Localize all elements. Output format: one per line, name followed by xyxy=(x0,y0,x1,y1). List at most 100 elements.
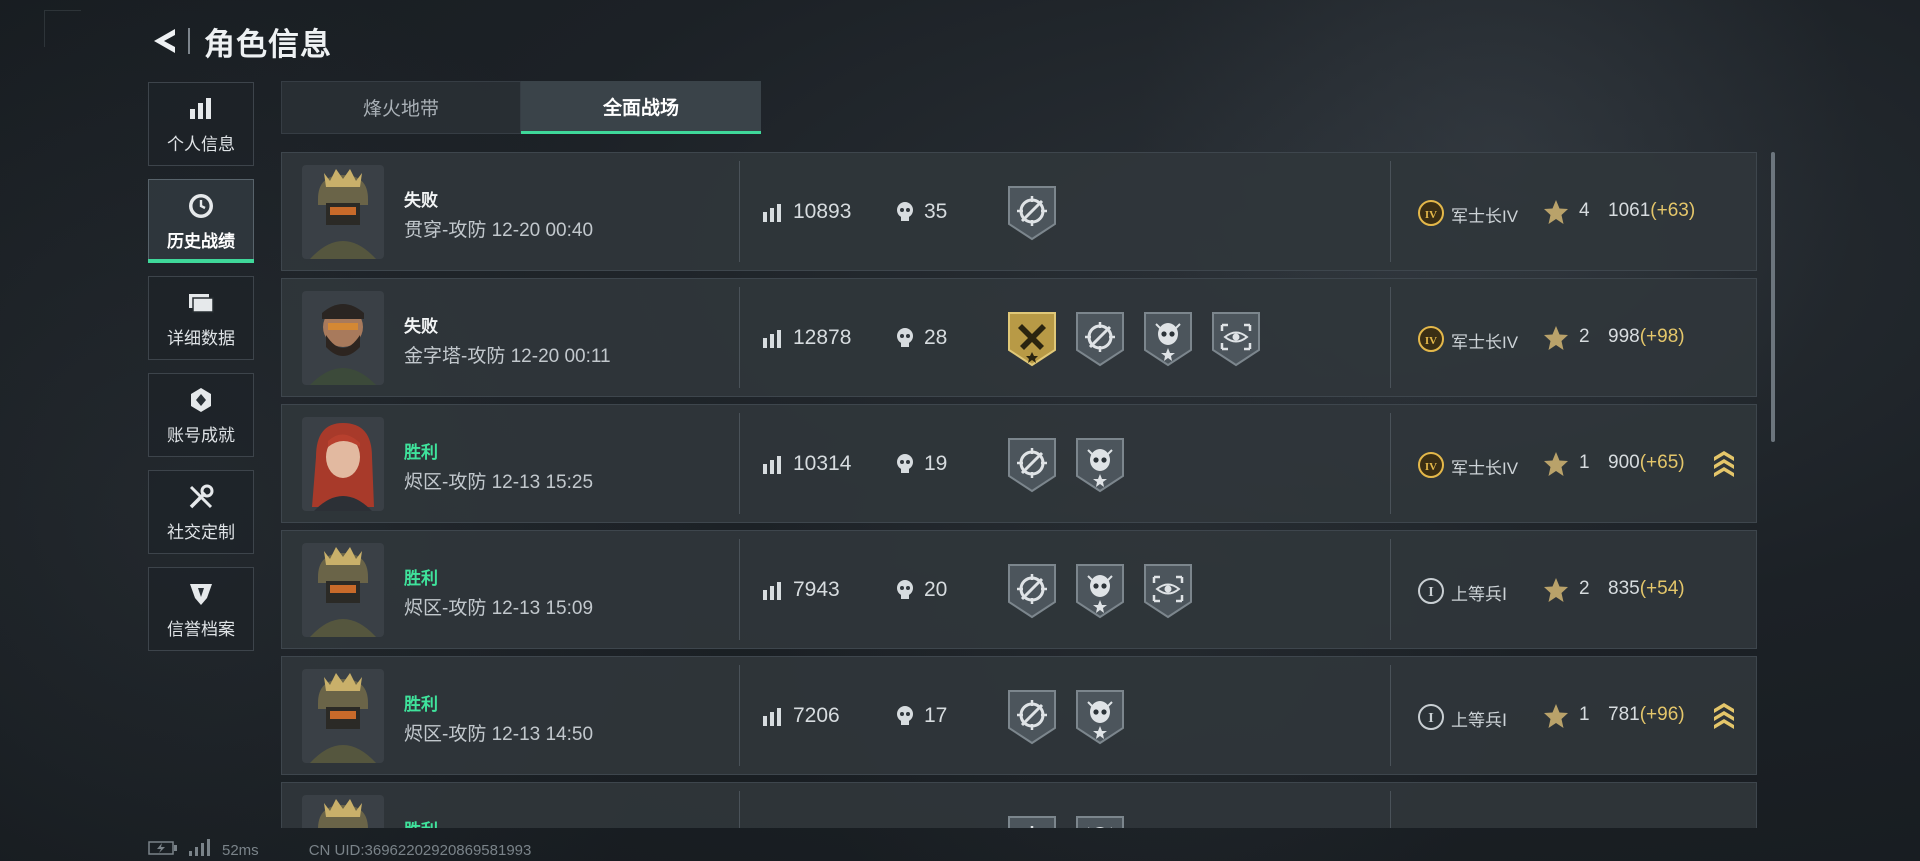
match-result: 失败 xyxy=(404,317,438,336)
match-score: 10893 xyxy=(793,200,852,223)
match-result: 失败 xyxy=(404,191,438,210)
eye-scope-badge-icon[interactable] xyxy=(1210,310,1262,373)
match-row[interactable]: 胜利 烬区-攻防 12-13 14:50 7206 17 I 上等兵Ⅰ 1 781(+96) xyxy=(281,656,1757,775)
tools-icon xyxy=(186,482,216,512)
match-score: 7206 xyxy=(793,704,840,727)
map-and-time: 烬区-攻防 12-13 14:50 xyxy=(404,724,594,745)
uid-label: CN UID:36962202920869581993 xyxy=(308,841,532,859)
sidebar-item-detailed-data[interactable]: 详细数据 xyxy=(148,276,254,360)
rank-points: 781(+96) xyxy=(1608,704,1685,726)
sidebar-item-achievements[interactable]: 账号成就 xyxy=(148,373,254,457)
star-icon xyxy=(1542,198,1570,226)
skull-badge-icon[interactable] xyxy=(1074,688,1126,751)
row-divider xyxy=(1390,665,1391,766)
sidebar-item-label: 历史战绩 xyxy=(167,231,235,251)
skull-icon xyxy=(895,705,915,727)
medal-badges xyxy=(1006,562,1194,625)
rank-emblem-icon: I xyxy=(1417,577,1445,605)
row-divider xyxy=(739,287,740,388)
target-badge-icon[interactable] xyxy=(1074,310,1126,373)
sidebar-item-match-history[interactable]: 历史战绩 xyxy=(148,179,254,263)
target-badge-icon[interactable] xyxy=(1006,184,1058,247)
header-separator xyxy=(188,28,190,54)
match-score: 10314 xyxy=(793,452,852,475)
target-badge-icon[interactable] xyxy=(1006,814,1058,828)
rank-name: 军士长IV xyxy=(1451,459,1519,478)
star-count: 2 xyxy=(1579,326,1590,347)
match-row[interactable]: 胜利 xyxy=(281,782,1757,828)
eye-scope-badge-icon[interactable] xyxy=(1142,562,1194,625)
sidebar-item-personal-info[interactable]: 个人信息 xyxy=(148,82,254,166)
medal-badges xyxy=(1006,814,1126,828)
medal-badges xyxy=(1006,688,1126,751)
operator-avatar xyxy=(302,291,384,385)
row-divider xyxy=(1390,287,1391,388)
score-icon xyxy=(762,581,782,601)
rank-emblem-text: I xyxy=(1428,711,1433,726)
match-row[interactable]: 胜利 烬区-攻防 12-13 15:25 10314 19 IV 军士长IV 1 900(+6… xyxy=(281,404,1757,523)
tab-full-battlefield[interactable]: 全面战场 xyxy=(521,81,761,134)
medal-badges xyxy=(1006,436,1126,499)
map-and-time: 贯穿-攻防 12-20 00:40 xyxy=(404,220,594,241)
skull-badge-icon[interactable] xyxy=(1142,310,1194,373)
operator-avatar xyxy=(302,543,384,637)
sidebar-item-social-custom[interactable]: 社交定制 xyxy=(148,470,254,554)
skull-badge-icon[interactable] xyxy=(1074,814,1126,828)
row-divider xyxy=(1390,161,1391,262)
star-count: 2 xyxy=(1579,578,1590,599)
match-kills: 19 xyxy=(924,452,948,475)
rank-emblem-text: IV xyxy=(1425,461,1437,473)
points-delta: (+63) xyxy=(1650,200,1696,221)
operator-avatar xyxy=(302,165,384,259)
rank-name: 上等兵Ⅰ xyxy=(1451,711,1508,730)
achievement-icon xyxy=(186,385,216,415)
points-value: 1061 xyxy=(1608,200,1651,221)
tab-hazard-zone[interactable]: 烽火地带 xyxy=(281,81,521,134)
gold-hammer-badge-icon[interactable] xyxy=(1006,310,1058,373)
match-result: 胜利 xyxy=(404,816,438,828)
row-divider xyxy=(1390,539,1391,640)
sidebar-item-label: 账号成就 xyxy=(167,425,235,445)
row-divider xyxy=(1390,791,1391,828)
match-row[interactable]: 失败 贯穿-攻防 12-20 00:40 10893 35 IV 军士长IV 4 1061(+… xyxy=(281,152,1757,271)
skull-badge-icon[interactable] xyxy=(1074,436,1126,499)
star-count: 1 xyxy=(1579,704,1590,725)
star-icon xyxy=(1542,702,1570,730)
score-icon xyxy=(762,707,782,727)
sidebar-item-label: 详细数据 xyxy=(167,328,235,348)
star-icon xyxy=(1542,450,1570,478)
operator-avatar xyxy=(302,669,384,763)
rank-points: 900(+65) xyxy=(1608,452,1685,474)
page-title: 角色信息 xyxy=(204,26,332,62)
clock-icon xyxy=(186,191,216,221)
back-arrow-icon[interactable] xyxy=(148,24,182,58)
cards-icon xyxy=(186,288,216,318)
star-count: 1 xyxy=(1579,452,1590,473)
target-badge-icon[interactable] xyxy=(1006,688,1058,751)
skull-icon xyxy=(895,579,915,601)
scrollbar[interactable] xyxy=(1771,152,1775,442)
target-badge-icon[interactable] xyxy=(1006,562,1058,625)
sidebar-item-label: 信誉档案 xyxy=(167,619,235,639)
points-value: 998 xyxy=(1608,326,1640,347)
rank-emblem-text: IV xyxy=(1425,209,1437,221)
row-divider xyxy=(1390,413,1391,514)
target-badge-icon[interactable] xyxy=(1006,436,1058,499)
points-delta: (+98) xyxy=(1639,326,1685,347)
sidebar-item-reputation[interactable]: 信誉档案 xyxy=(148,567,254,651)
skull-icon xyxy=(895,201,915,223)
match-row[interactable]: 胜利 烬区-攻防 12-13 15:09 7943 20 I 上等兵Ⅰ 2 835(+54) xyxy=(281,530,1757,649)
match-row[interactable]: 失败 金字塔-攻防 12-20 00:11 12878 28 IV 军士长IV 2 998(+… xyxy=(281,278,1757,397)
match-kills: 28 xyxy=(924,326,948,349)
score-icon xyxy=(762,203,782,223)
map-and-time: 烬区-攻防 12-13 15:09 xyxy=(404,598,594,619)
skull-badge-icon[interactable] xyxy=(1074,562,1126,625)
rank-points: 835(+54) xyxy=(1608,578,1685,600)
match-result: 胜利 xyxy=(404,569,438,588)
rank-name: 上等兵Ⅰ xyxy=(1451,585,1508,604)
map-and-time: 烬区-攻防 12-13 15:25 xyxy=(404,472,594,493)
map-and-time: 金字塔-攻防 12-20 00:11 xyxy=(404,346,611,367)
sidebar-item-label: 个人信息 xyxy=(167,134,235,154)
star-icon xyxy=(1542,576,1570,604)
rank-points: 1061(+63) xyxy=(1608,200,1695,222)
